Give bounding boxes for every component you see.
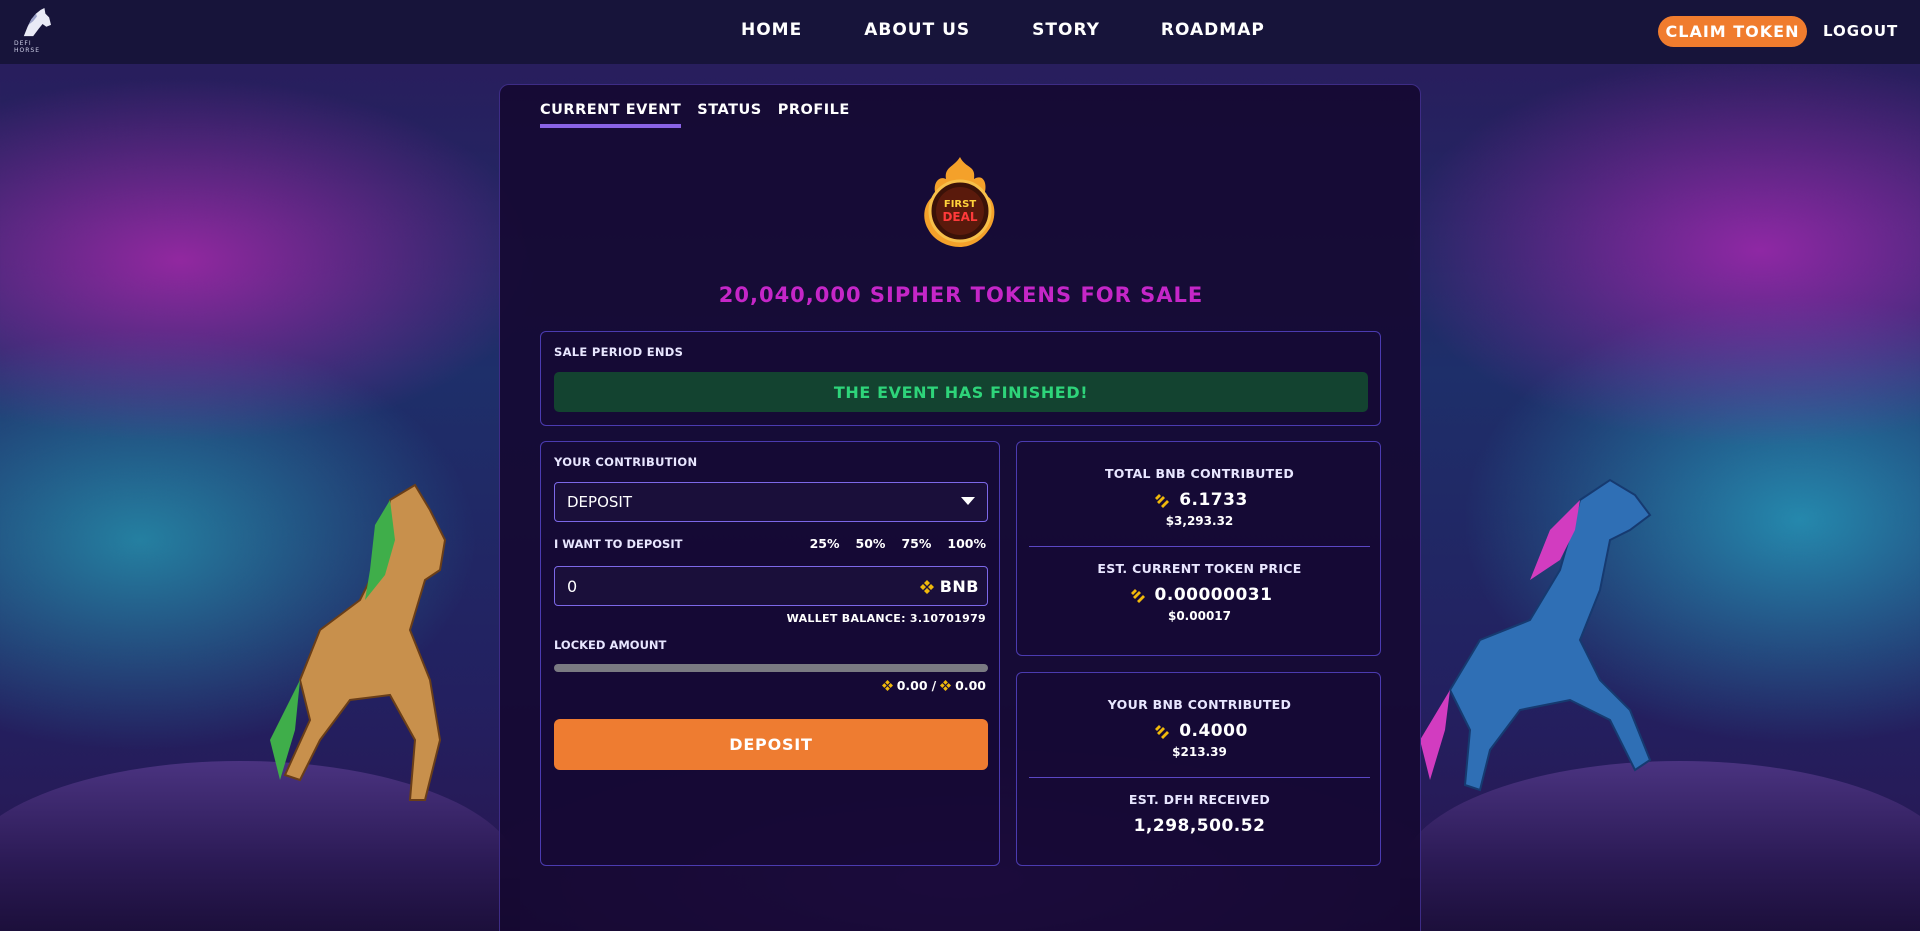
token-price-stat: EST. CURRENT TOKEN PRICE 0.00000031 $0.0… (1017, 561, 1382, 623)
bnb-coin-icon (1155, 494, 1170, 508)
logo-word-deal: DEAL (942, 210, 977, 224)
personal-stats-box: YOUR BNB CONTRIBUTED 0.4000 $213.39 EST.… (1016, 672, 1381, 866)
blue-unicorn-illustration (1420, 478, 1652, 792)
bnb-icon (881, 680, 893, 691)
token-price-usd: $0.00017 (1167, 609, 1231, 623)
bnb-coin-icon (1155, 725, 1170, 739)
locked-amount-progress (554, 664, 988, 672)
claim-token-button[interactable]: CLAIM TOKEN (1658, 16, 1807, 47)
brown-horse-illustration (270, 483, 447, 801)
bnb-icon (940, 680, 952, 691)
stats-divider (1029, 546, 1370, 547)
percentage-shortcuts: 25% 50% 75% 100% (810, 536, 986, 551)
rock-platform-left (0, 761, 520, 931)
locked-total-value: 0.00 (955, 678, 986, 693)
horse-head-logo-icon (23, 8, 51, 37)
total-bnb-value: 6.1733 (1179, 490, 1248, 510)
nav-about-us-link[interactable]: ABOUT US (864, 20, 970, 40)
event-finished-banner: THE EVENT HAS FINISHED! (554, 372, 1368, 412)
tab-status[interactable]: STATUS (697, 102, 761, 128)
token-price-label: EST. CURRENT TOKEN PRICE (1097, 561, 1302, 576)
your-bnb-label: YOUR BNB CONTRIBUTED (1107, 697, 1292, 712)
locked-separator: / (931, 678, 937, 693)
amount-unit-label: BNB (939, 577, 979, 596)
sale-period-box: SALE PERIOD ENDS THE EVENT HAS FINISHED! (540, 331, 1381, 426)
contribution-box: YOUR CONTRIBUTION DEPOSIT I WANT TO DEPO… (540, 441, 1000, 866)
tab-profile[interactable]: PROFILE (778, 102, 850, 128)
total-bnb-stat: TOTAL BNB CONTRIBUTED 6.1733 $3,293.32 (1017, 466, 1382, 528)
panel-tabs: CURRENT EVENT STATUS PROFILE (540, 102, 866, 128)
locked-amount-values: 0.00 / 0.00 (881, 678, 986, 693)
tab-current-event[interactable]: CURRENT EVENT (540, 102, 682, 128)
deposit-button[interactable]: DEPOSIT (554, 719, 988, 770)
pct-50-button[interactable]: 50% (856, 536, 886, 551)
token-price-value: 0.00000031 (1154, 585, 1273, 605)
amount-unit: BNB (919, 577, 979, 596)
logo-word-first: FIRST (944, 199, 976, 210)
contribution-label: YOUR CONTRIBUTION (554, 455, 698, 469)
pct-75-button[interactable]: 75% (901, 536, 931, 551)
deposit-amount-field[interactable]: BNB (554, 566, 988, 606)
pct-100-button[interactable]: 100% (947, 536, 986, 551)
brand-logo-text: DEFI HORSE (14, 40, 41, 54)
nav-story-link[interactable]: STORY (1032, 20, 1100, 40)
first-deal-flame-logo: FIRST DEAL (924, 157, 995, 247)
your-bnb-stat: YOUR BNB CONTRIBUTED 0.4000 $213.39 (1017, 697, 1382, 759)
top-navigation-bar: DEFI HORSE HOME ABOUT US STORY ROADMAP C… (0, 0, 1920, 64)
dfh-received-stat: EST. DFH RECEIVED 1,298,500.52 (1017, 792, 1382, 836)
pct-25-button[interactable]: 25% (810, 536, 840, 551)
deposit-amount-label: I WANT TO DEPOSIT (554, 537, 683, 551)
your-bnb-usd: $213.39 (1172, 745, 1227, 759)
nav-roadmap-link[interactable]: ROADMAP (1161, 20, 1265, 40)
deposit-amount-input[interactable] (567, 576, 907, 596)
stats-divider (1029, 777, 1370, 778)
total-bnb-usd: $3,293.32 (1165, 514, 1234, 528)
global-stats-box: TOTAL BNB CONTRIBUTED 6.1733 $3,293.32 E… (1016, 441, 1381, 656)
caret-down-icon (961, 497, 975, 505)
event-panel: CURRENT EVENT STATUS PROFILE FIRST DEAL … (499, 84, 1421, 931)
bnb-icon (919, 579, 934, 594)
action-select-value: DEPOSIT (567, 493, 632, 511)
main-nav: HOME ABOUT US STORY ROADMAP (741, 20, 1265, 40)
dfh-received-value: 1,298,500.52 (1133, 816, 1266, 836)
sale-title: 20,040,000 SIPHER TOKENS FOR SALE (718, 283, 1204, 307)
brand-logo[interactable]: DEFI HORSE (14, 8, 58, 54)
sale-period-label: SALE PERIOD ENDS (554, 345, 684, 359)
action-select[interactable]: DEPOSIT (554, 482, 988, 522)
nav-home-link[interactable]: HOME (741, 20, 802, 40)
total-bnb-label: TOTAL BNB CONTRIBUTED (1104, 466, 1295, 481)
your-bnb-value: 0.4000 (1179, 721, 1248, 741)
wallet-balance: WALLET BALANCE: 3.10701979 (786, 612, 986, 625)
locked-amount-label: LOCKED AMOUNT (554, 638, 667, 652)
locked-current-value: 0.00 (896, 678, 928, 693)
bnb-coin-icon (1130, 589, 1145, 603)
rock-platform-right (1400, 761, 1920, 931)
dfh-received-label: EST. DFH RECEIVED (1128, 792, 1271, 807)
logout-link[interactable]: LOGOUT (1823, 22, 1898, 40)
